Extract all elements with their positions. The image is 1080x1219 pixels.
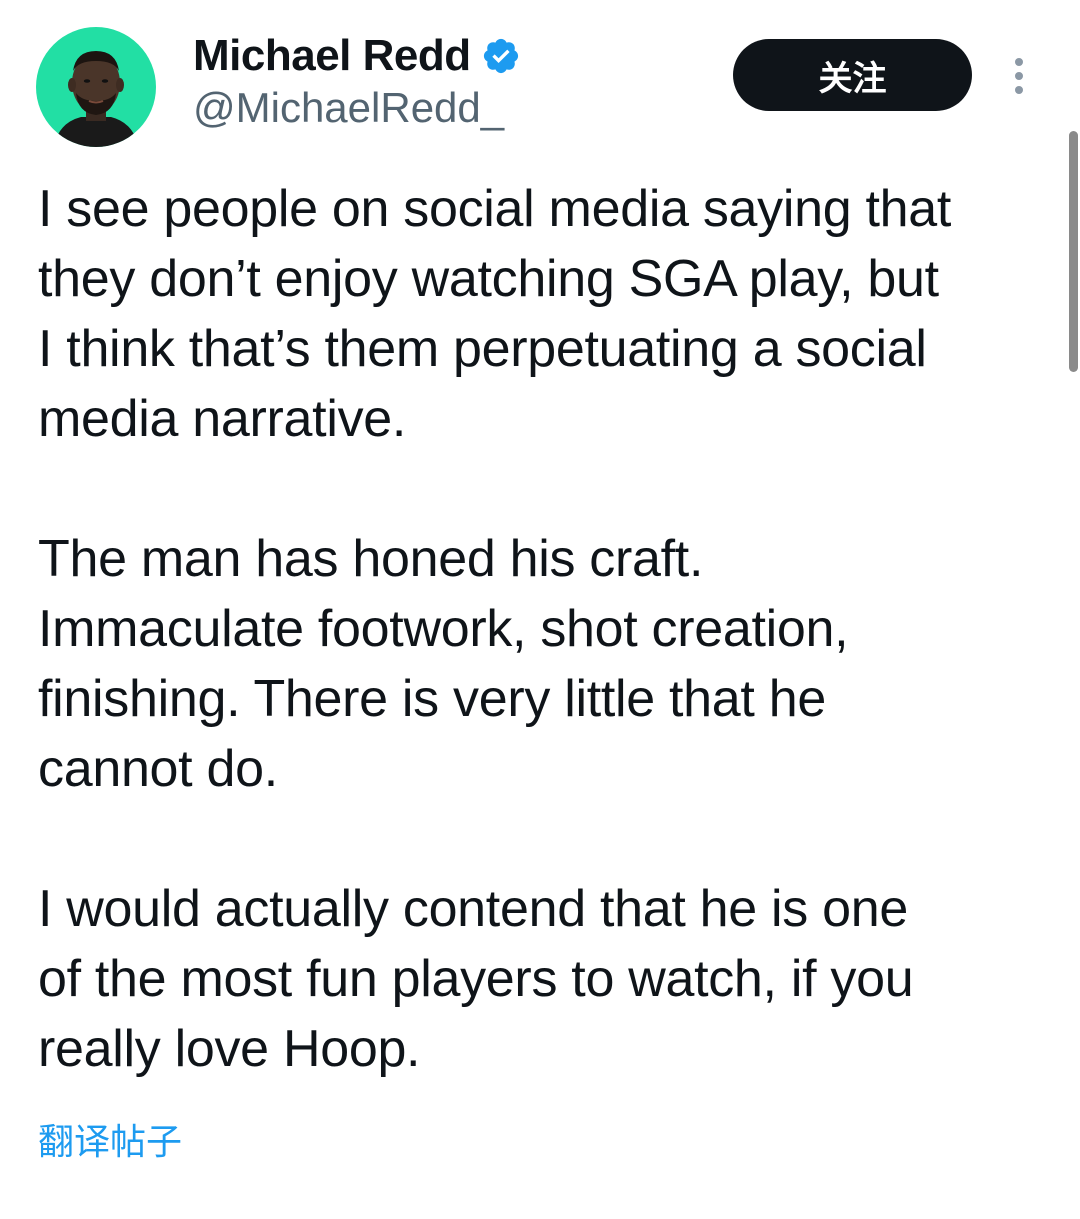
avatar[interactable] [36,27,156,147]
tweet-paragraph: I would actually contend that he is one … [38,880,914,1078]
more-vertical-icon [1015,58,1023,94]
author-handle[interactable]: @MichaelRedd_ [193,84,504,132]
avatar-portrait-icon [54,51,138,147]
translate-post-link[interactable]: 翻译帖子 [38,1113,182,1165]
follow-button[interactable]: 关注 [733,39,972,111]
author-name-row: Michael Redd [193,30,521,82]
more-options-button[interactable] [1004,52,1034,100]
tweet-paragraph: I see people on social media saying that… [38,180,952,448]
tweet-body: I see people on social media saying that… [38,174,1048,1154]
verified-badge-icon [481,36,521,76]
scrollbar-thumb[interactable] [1069,131,1078,372]
tweet-paragraph: The man has honed his craft. Immaculate … [38,530,849,798]
display-name[interactable]: Michael Redd [193,31,471,81]
